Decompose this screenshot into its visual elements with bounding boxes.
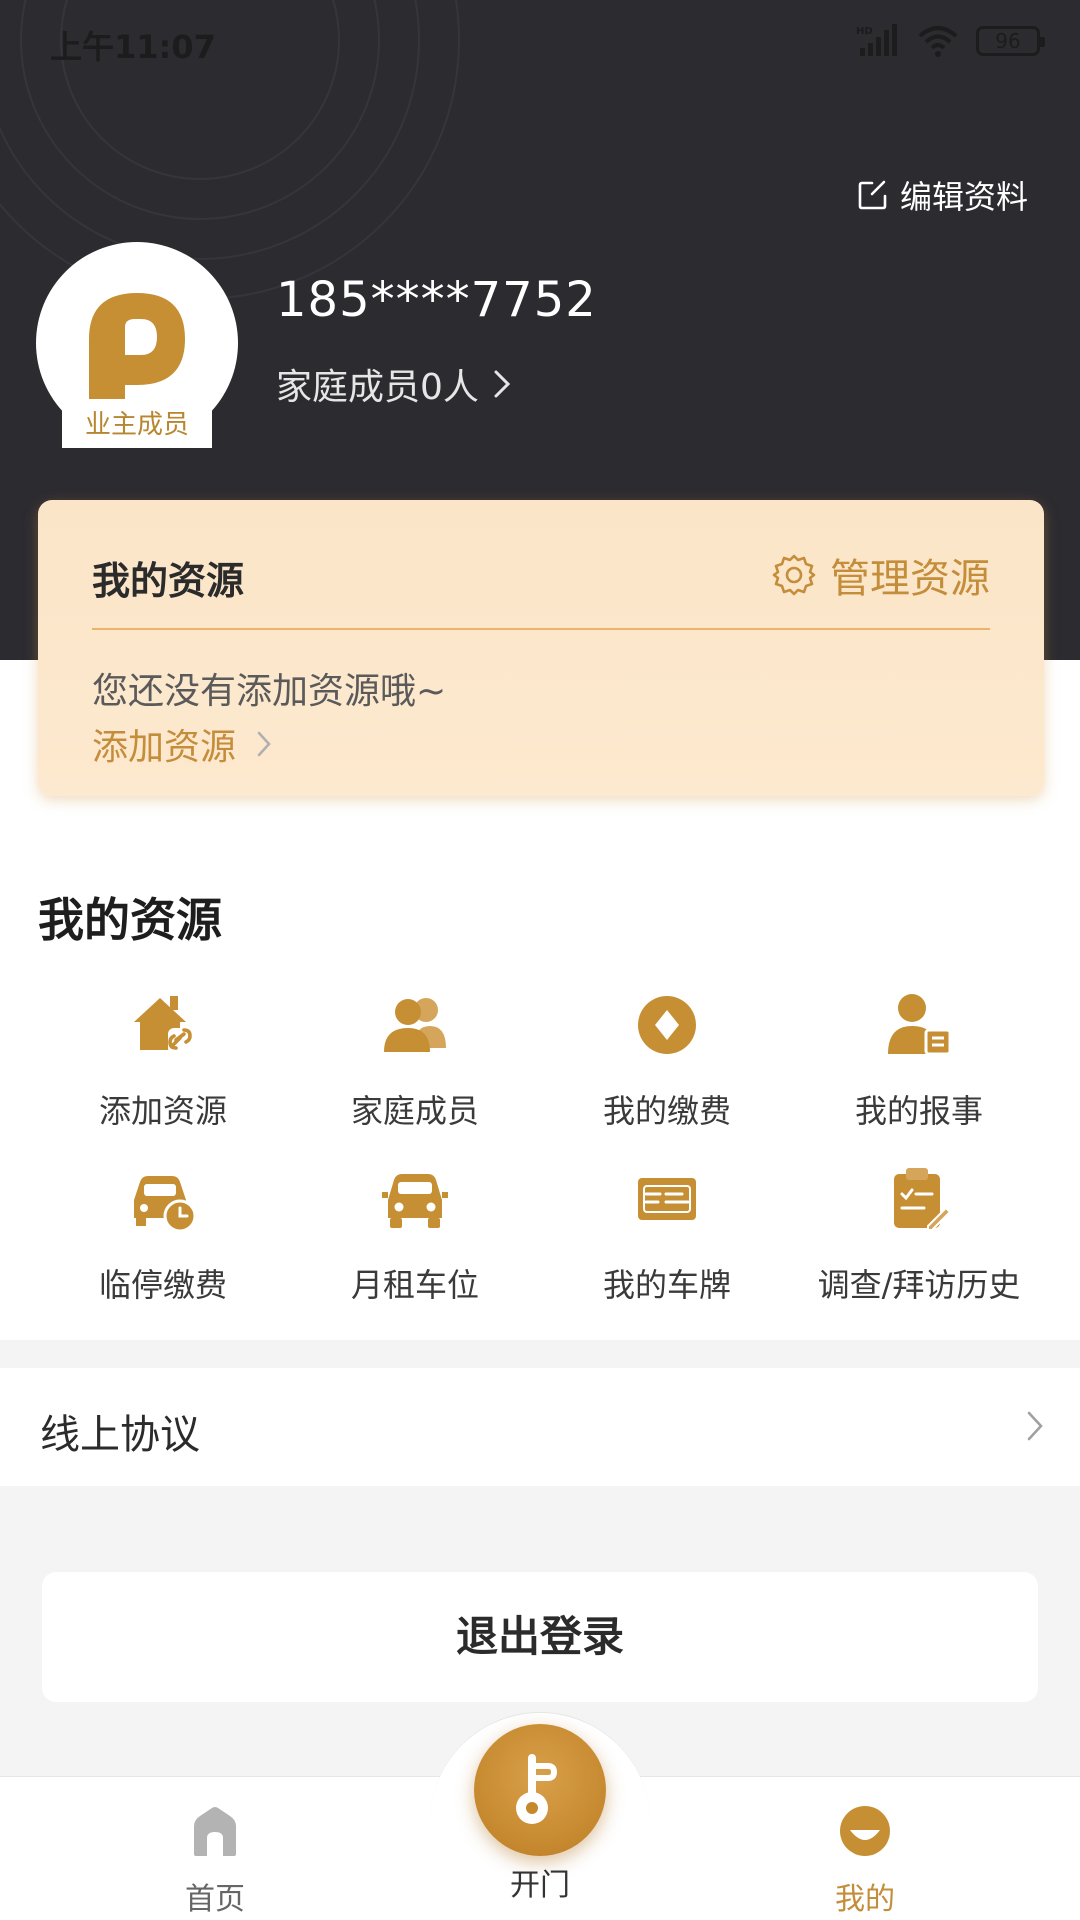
status-bar: 上午11:07 HD 96 [0, 0, 1080, 90]
tab-open-door-label: 开门 [510, 1868, 570, 1903]
edit-profile-button[interactable]: 编辑资料 [858, 172, 1028, 218]
wifi-icon [918, 26, 958, 57]
section-title: 我的资源 [38, 893, 222, 947]
chevron-right-icon [1027, 1411, 1043, 1441]
add-resource-link[interactable]: 添加资源 [92, 718, 272, 770]
manage-resources-label: 管理资源 [830, 556, 990, 602]
online-agreement-label: 线上协议 [40, 1412, 200, 1458]
chevron-right-icon [257, 731, 271, 757]
grid-item-temporary-parking-payment[interactable]: 临停缴费 [33, 1164, 293, 1306]
logout-button[interactable]: 退出登录 [42, 1572, 1038, 1702]
family-members-link[interactable]: 家庭成员0人 [276, 358, 511, 410]
car-clock-icon [134, 1176, 197, 1233]
family-members-label: 家庭成员0人 [276, 367, 479, 408]
survey-clipboard-icon [894, 1168, 952, 1231]
status-icons: HD 96 [856, 24, 1045, 58]
grid-item-label: 调查/拜访历史 [817, 1266, 1021, 1304]
grid-item-label: 家庭成员 [350, 1092, 479, 1130]
grid-item-label: 我的报事 [854, 1092, 983, 1130]
grid-item-my-reports[interactable]: 我的报事 [789, 990, 1049, 1132]
tab-open-door[interactable]: 开门 [474, 1860, 606, 1904]
license-plate-icon [638, 1178, 696, 1220]
grid-item-monthly-parking[interactable]: 月租车位 [285, 1164, 545, 1306]
grid-item-label: 添加资源 [98, 1092, 227, 1130]
tab-home-label: 首页 [185, 1882, 245, 1917]
card-divider [92, 628, 990, 630]
family-icon [384, 998, 446, 1052]
grid-item-label: 我的缴费 [602, 1092, 731, 1130]
report-person-icon [888, 994, 952, 1056]
hd-signal-icon: HD [856, 24, 897, 56]
battery-icon: 96 [976, 26, 1045, 56]
add-resource-label: 添加资源 [92, 727, 237, 768]
house-link-icon [134, 996, 194, 1054]
section-separator [0, 1340, 1080, 1368]
edit-icon [858, 180, 887, 210]
open-door-button[interactable] [474, 1724, 606, 1856]
phone-number: 185****7752 [276, 272, 597, 328]
member-badge: 业主成员 [62, 402, 212, 448]
logo-p-icon [89, 293, 185, 399]
home-icon [194, 1807, 236, 1856]
status-time: 上午11:07 [50, 28, 216, 66]
tab-profile-label: 我的 [835, 1882, 895, 1917]
manage-resources-button[interactable]: 管理资源 [772, 546, 990, 604]
chevron-right-icon [494, 370, 511, 398]
my-resources-card: 我的资源 管理资源 您还没有添加资源哦~ 添加资源 [38, 500, 1044, 796]
empty-resources-text: 您还没有添加资源哦~ [92, 671, 447, 712]
grid-item-label: 月租车位 [350, 1266, 479, 1304]
key-icon [516, 1754, 558, 1824]
gear-icon [772, 554, 816, 596]
profile-icon [840, 1806, 890, 1856]
payment-icon [638, 996, 696, 1054]
grid-item-family-members[interactable]: 家庭成员 [285, 990, 545, 1132]
grid-item-survey-visit-history[interactable]: 调查/拜访历史 [789, 1164, 1049, 1306]
tab-home[interactable]: 首页 [140, 1804, 290, 1918]
avatar[interactable]: 业主成员 [36, 242, 238, 448]
grid-item-add-resource[interactable]: 添加资源 [33, 990, 293, 1132]
tab-profile[interactable]: 我的 [790, 1804, 940, 1918]
online-agreement-row[interactable]: 线上协议 [0, 1368, 1080, 1486]
grid-item-my-payments[interactable]: 我的缴费 [537, 990, 797, 1132]
svg-text:HD: HD [856, 26, 873, 37]
grid-item-my-license-plate[interactable]: 我的车牌 [537, 1164, 797, 1306]
card-title: 我的资源 [92, 559, 245, 603]
car-icon [382, 1174, 448, 1228]
grid-item-label: 我的车牌 [602, 1266, 731, 1304]
grid-item-label: 临停缴费 [98, 1266, 227, 1304]
edit-profile-label: 编辑资料 [899, 178, 1028, 216]
